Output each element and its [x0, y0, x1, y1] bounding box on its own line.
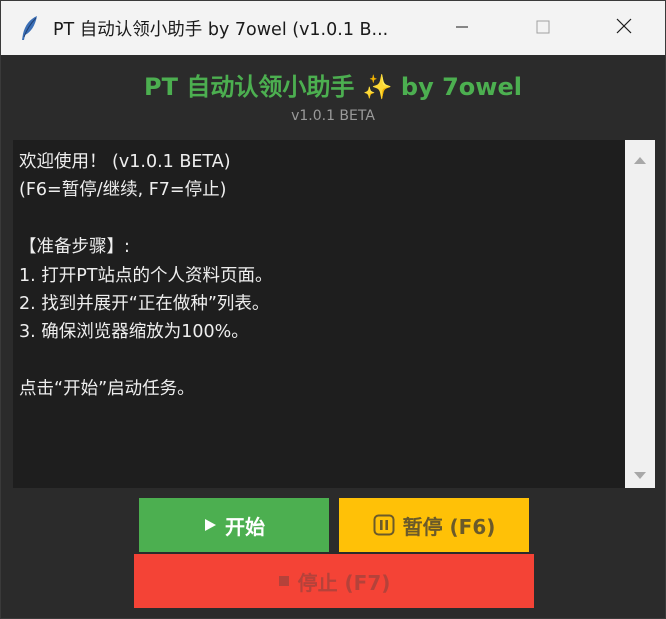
log-scrollbar[interactable] [625, 140, 655, 488]
log-line: 欢迎使用！ (v1.0.1 BETA) [19, 152, 231, 172]
start-button[interactable]: 开始 [139, 498, 329, 552]
log-line: 【准备步骤】: [19, 237, 130, 258]
maximize-icon [536, 19, 550, 38]
play-icon [203, 518, 217, 532]
app-version: v1.0.1 BETA [291, 108, 375, 124]
close-button[interactable] [601, 1, 647, 55]
log-line: 2. 找到并展开“正在做种”列表。 [19, 293, 270, 314]
pause-button-label: 暂停 (F6) [402, 514, 496, 539]
minimize-button[interactable] [439, 1, 485, 55]
log-textarea[interactable]: 欢迎使用！ (v1.0.1 BETA) (F6=暂停/继续, F7=停止) 【准… [13, 140, 625, 488]
pause-icon [373, 514, 395, 536]
log-line: 1. 打开PT站点的个人资料页面。 [19, 265, 273, 286]
title-bar[interactable]: PT 自动认领小助手 by 7owel (v1.0.1 B... [1, 1, 665, 55]
feather-icon [19, 15, 41, 41]
start-button-label: 开始 [225, 514, 265, 539]
close-icon [616, 18, 632, 38]
pause-button[interactable]: 暂停 (F6) [339, 498, 529, 552]
maximize-button[interactable] [520, 1, 566, 55]
stop-button[interactable]: 停止 (F7) [134, 554, 534, 608]
log-line: 点击“开始”启动任务。 [19, 379, 195, 400]
scroll-down-icon[interactable] [633, 466, 647, 485]
log-line: (F6=暂停/继续, F7=停止) [19, 180, 227, 201]
scroll-up-icon[interactable] [633, 150, 647, 169]
app-window: PT 自动认领小助手 by 7owel (v1.0.1 B... PT 自动认领… [0, 0, 666, 619]
stop-button-label: 停止 (F7) [297, 570, 391, 595]
window-title: PT 自动认领小助手 by 7owel (v1.0.1 B... [53, 20, 389, 40]
minimize-icon [455, 19, 469, 38]
app-title: PT 自动认领小助手 ✨ by 7owel [144, 73, 522, 101]
log-line: 3. 确保浏览器缩放为100%。 [19, 322, 249, 343]
stop-icon [278, 575, 290, 587]
